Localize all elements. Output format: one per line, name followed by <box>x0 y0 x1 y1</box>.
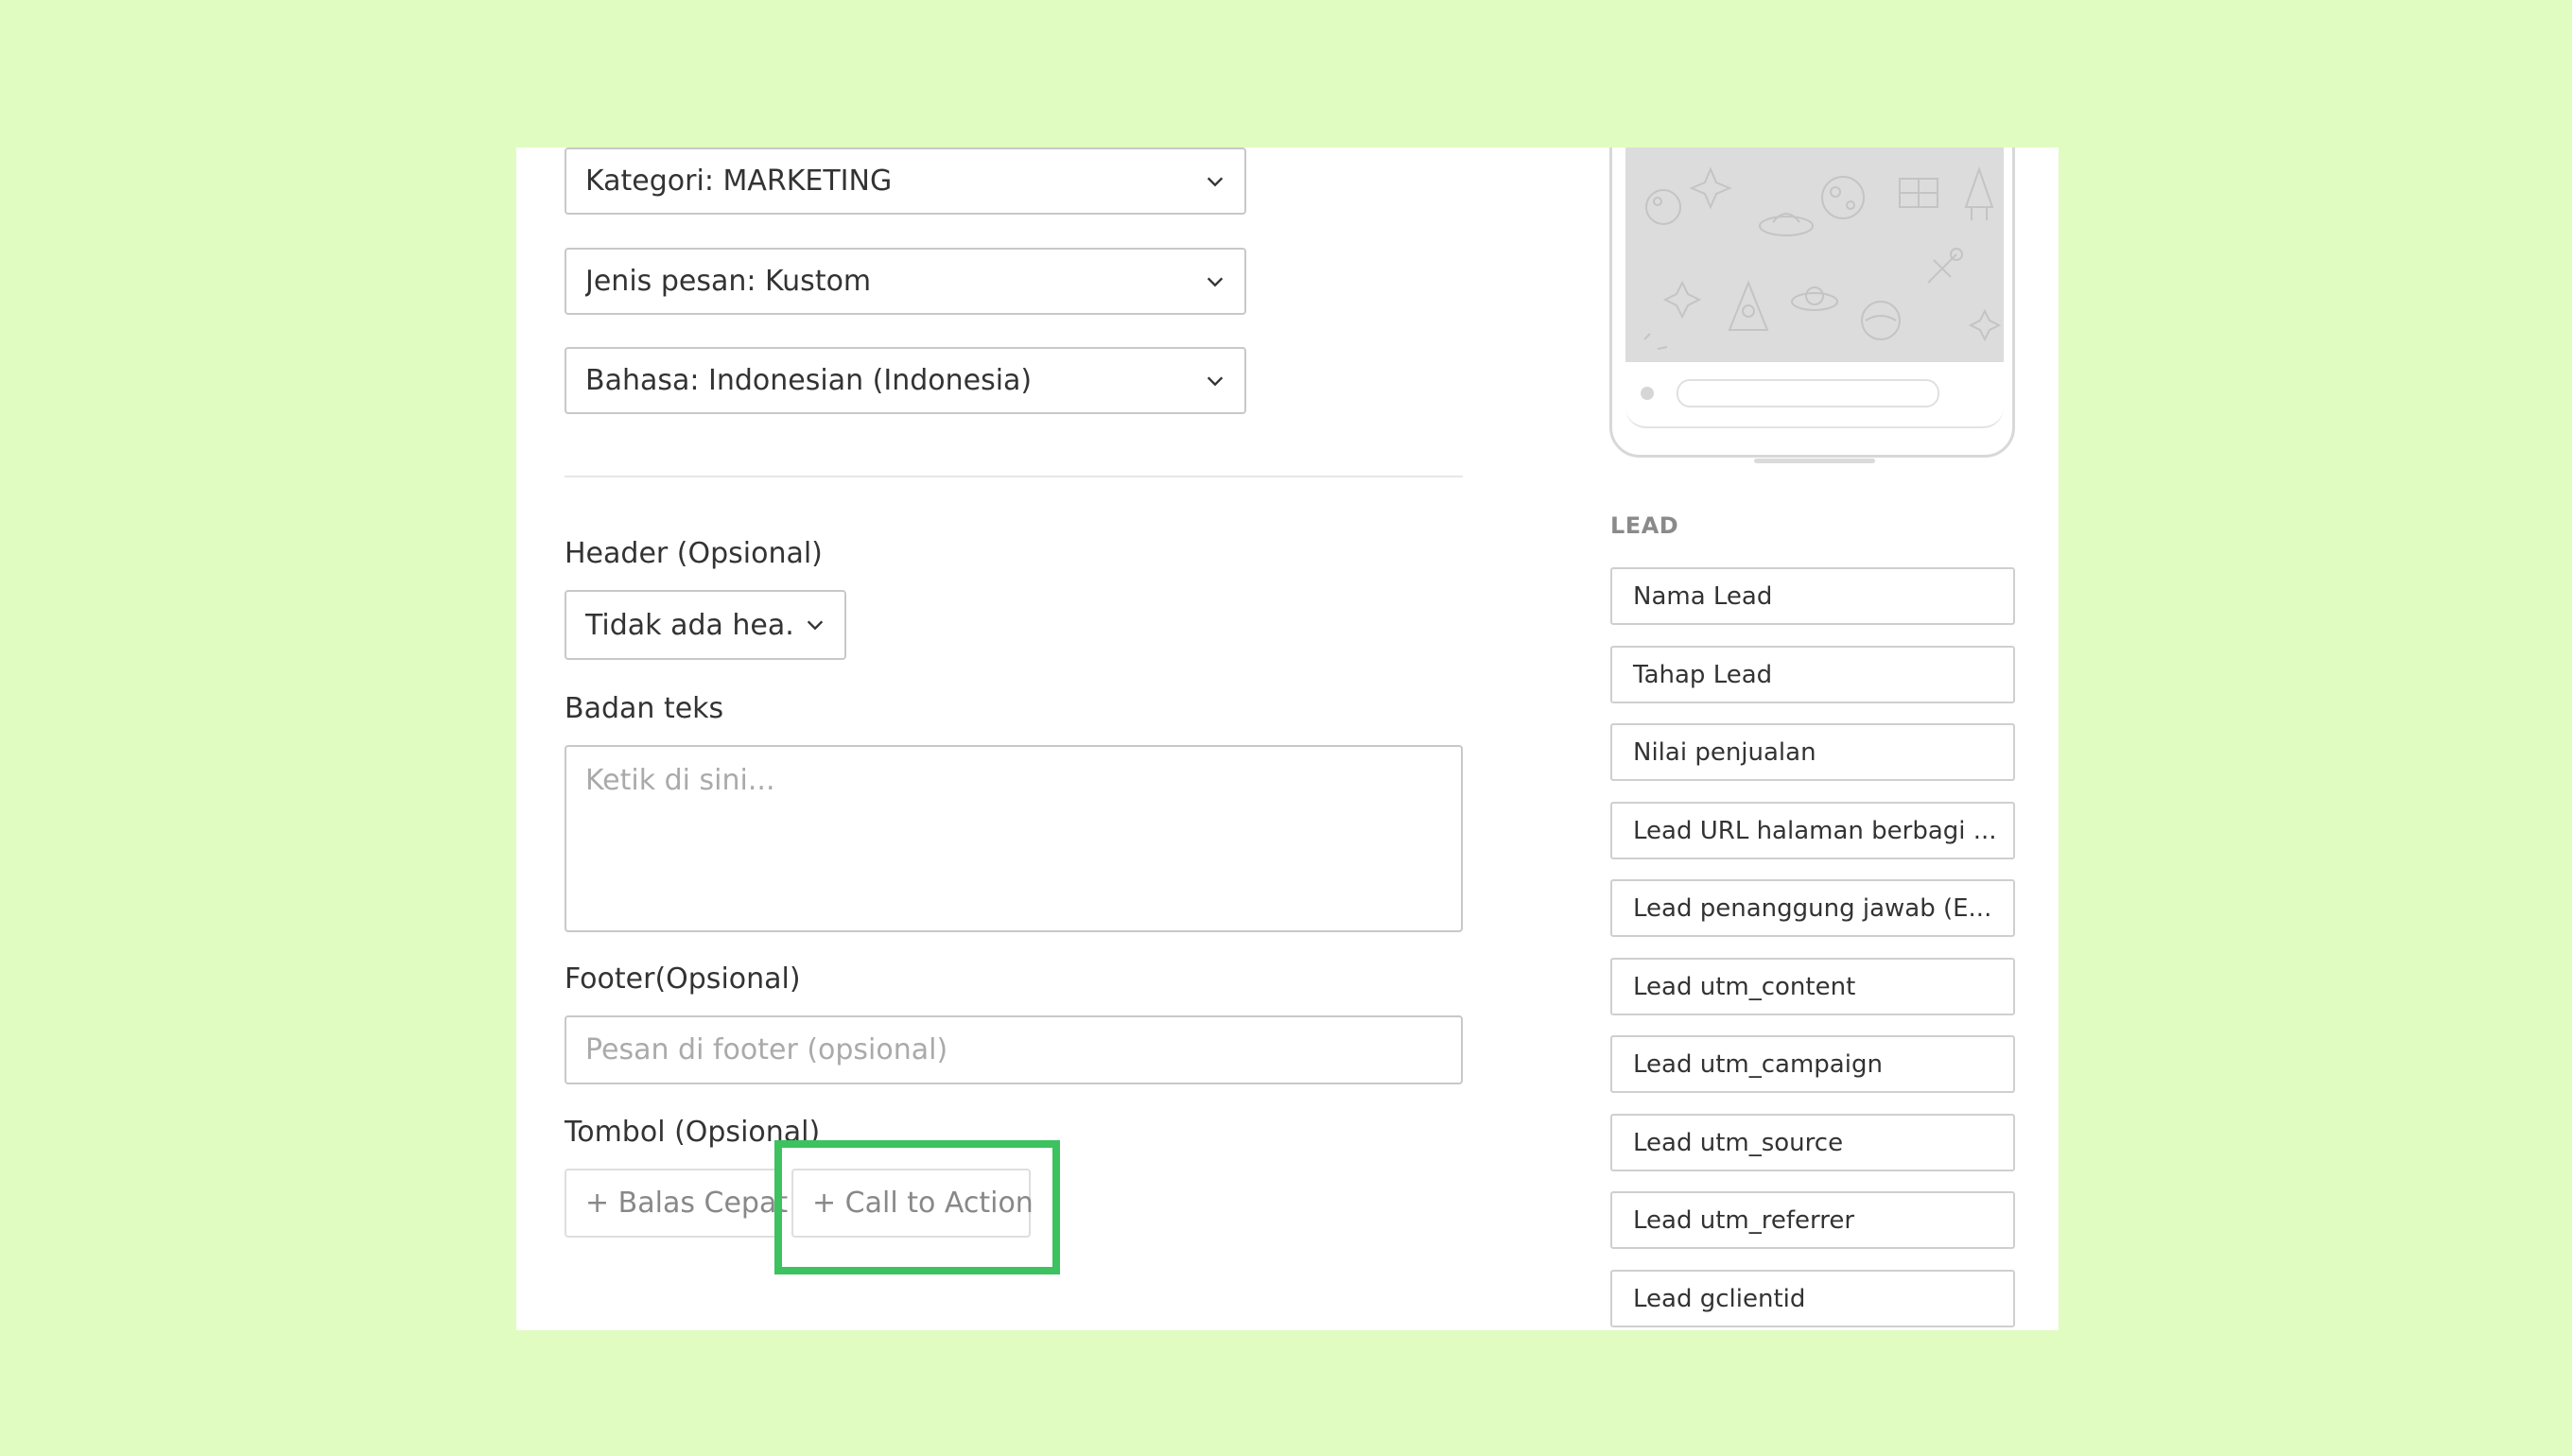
chevron-down-icon <box>807 620 824 631</box>
footer-input[interactable]: Pesan di footer (opsional) <box>565 1015 1463 1084</box>
lead-field-item[interactable]: Nilai penjualan <box>1610 723 2015 781</box>
emoji-icon <box>1641 387 1654 400</box>
lead-field-item[interactable]: Lead penanggung jawab (E... <box>1610 879 2015 937</box>
category-select[interactable]: Kategori: MARKETING <box>565 147 1246 215</box>
lead-field-item[interactable]: Tahap Lead <box>1610 646 2015 703</box>
lead-field-item[interactable]: Lead utm_content <box>1610 958 2015 1015</box>
header-type-select-value: Tidak ada hea... <box>585 608 795 642</box>
chat-composer <box>1625 362 2004 428</box>
home-indicator <box>1754 459 1875 463</box>
call-to-action-button[interactable]: + Call to Action <box>791 1169 1034 1238</box>
lead-field-item[interactable]: Lead utm_referrer <box>1610 1191 2015 1249</box>
lead-field-item[interactable]: Lead utm_campaign <box>1610 1035 2015 1093</box>
section-divider <box>565 476 1463 477</box>
category-select-value: Kategori: MARKETING <box>585 165 893 198</box>
lead-section-title: LEAD <box>1610 512 1679 539</box>
buttons-label: Tombol (Opsional) <box>565 1116 821 1149</box>
chevron-down-icon <box>1207 176 1224 186</box>
quick-reply-button[interactable]: + Balas Cepat <box>565 1169 788 1238</box>
doodle-pattern-icon <box>1643 165 2002 350</box>
message-type-select-value: Jenis pesan: Kustom <box>585 265 872 298</box>
template-editor-panel: Kategori: MARKETING Jenis pesan: Kustom … <box>516 147 2059 1330</box>
message-type-select[interactable]: Jenis pesan: Kustom <box>565 248 1246 315</box>
chevron-down-icon <box>1207 375 1224 386</box>
body-textarea[interactable]: Ketik di sini... <box>565 745 1463 932</box>
lead-field-item[interactable]: Lead gclientid <box>1610 1270 2015 1327</box>
footer-label: Footer(Opsional) <box>565 962 801 996</box>
message-input-preview <box>1677 379 1939 407</box>
language-select[interactable]: Bahasa: Indonesian (Indonesia) <box>565 347 1246 414</box>
lead-field-item[interactable]: Lead URL halaman berbagi ... <box>1610 802 2015 859</box>
chevron-down-icon <box>1207 276 1224 286</box>
phone-preview <box>1609 147 2015 463</box>
language-select-value: Bahasa: Indonesian (Indonesia) <box>585 364 1033 397</box>
header-type-select[interactable]: Tidak ada hea... <box>565 590 846 660</box>
body-label: Badan teks <box>565 692 724 725</box>
lead-field-item[interactable]: Nama Lead <box>1610 567 2015 625</box>
chat-wallpaper <box>1625 147 2004 362</box>
lead-field-item[interactable]: Lead utm_source <box>1610 1114 2015 1171</box>
header-label: Header (Opsional) <box>565 537 823 570</box>
